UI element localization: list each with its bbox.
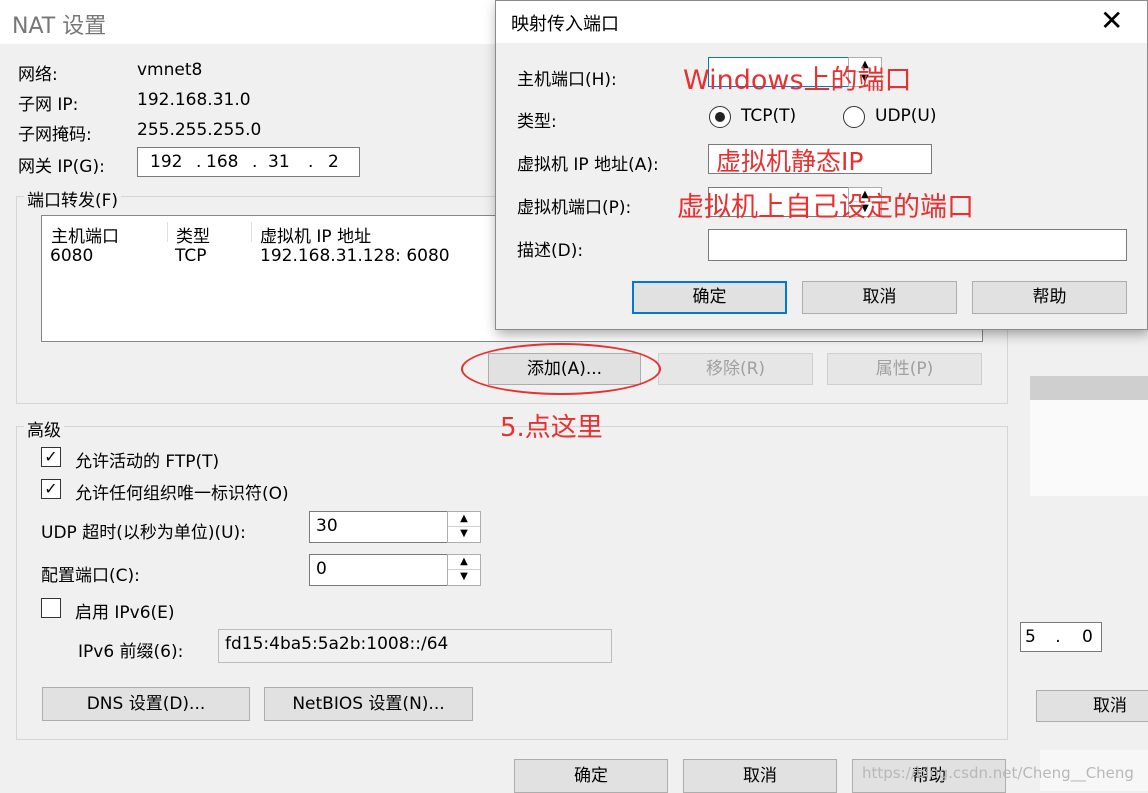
annotation-ellipse [461, 343, 661, 395]
netbios-settings-button[interactable]: NetBIOS 设置(N)... [264, 687, 473, 721]
nat-ok-button[interactable]: 确定 [514, 759, 668, 793]
subnet-mask-value: 255.255.255.0 [137, 120, 262, 140]
background-window-panel [1030, 400, 1148, 496]
udp-label: UDP(U) [875, 106, 937, 126]
subnet-ip-value: 192.168.31.0 [137, 90, 251, 110]
gateway-octet-3: 31 [268, 152, 290, 172]
advanced-title: 高级 [24, 416, 64, 441]
subnet-mask-label: 子网掩码: [18, 125, 92, 145]
properties-button[interactable]: 属性(P) [827, 353, 982, 385]
watermark: https://blog.csdn.net/Cheng__Cheng [862, 764, 1134, 782]
remove-button[interactable]: 移除(R) [658, 353, 813, 385]
allow-ftp-checkbox[interactable]: ✓ [41, 447, 61, 467]
nat-cancel-button[interactable]: 取消 [683, 759, 837, 793]
ipv6-prefix-field[interactable]: fd15:4ba5:5a2b:1008::/64 [218, 629, 612, 663]
dialog-help-button[interactable]: 帮助 [972, 281, 1127, 314]
description-label: 描述(D): [517, 241, 584, 261]
udp-timeout-input[interactable]: 30 [309, 511, 449, 543]
background-cancel-button[interactable]: 取消 [1036, 690, 1148, 722]
subnet-ip-label: 子网 IP: [18, 95, 79, 115]
spin-down-icon[interactable]: ▼ [448, 570, 480, 585]
gateway-octet-2: 168 [206, 152, 239, 172]
dns-settings-button[interactable]: DNS 设置(D)... [42, 687, 250, 721]
row-type: TCP [175, 246, 207, 266]
row-vm-address: 192.168.31.128: 6080 [260, 246, 450, 266]
description-input[interactable] [708, 229, 1127, 261]
udp-timeout-label: UDP 超时(以秒为单位)(U): [41, 523, 246, 543]
background-window-bar [1030, 376, 1148, 400]
spin-up-icon[interactable]: ▲ [448, 512, 480, 527]
background-octet: 5 [1025, 627, 1036, 647]
annotation-step: 5.点这里 [500, 413, 603, 443]
gateway-octet-4: 2 [328, 152, 339, 172]
enable-ipv6-label: 启用 IPv6(E) [75, 603, 175, 623]
network-label: 网络: [18, 65, 58, 85]
row-host-port: 6080 [50, 246, 94, 266]
port-forward-title: 端口转发(F) [24, 186, 122, 211]
allow-ftp-label: 允许活动的 FTP(T) [75, 452, 220, 472]
dialog-titlebar: 映射传入端口 ✕ [496, 1, 1147, 43]
gateway-octet-1: 192 [150, 152, 183, 172]
host-port-label: 主机端口(H): [517, 70, 617, 90]
background-octet-2: 0 [1082, 627, 1093, 647]
type-label: 类型: [517, 112, 557, 132]
gateway-label: 网关 IP(G): [18, 157, 105, 177]
config-port-spinner[interactable]: ▲ ▼ [447, 554, 481, 586]
tcp-label: TCP(T) [741, 106, 797, 126]
vm-ip-label: 虚拟机 IP 地址(A): [517, 155, 659, 175]
spin-up-icon[interactable]: ▲ [448, 555, 480, 570]
spin-down-icon[interactable]: ▼ [448, 527, 480, 542]
config-port-input[interactable]: 0 [309, 554, 449, 586]
nat-window-title: NAT 设置 [12, 14, 107, 39]
udp-timeout-spinner[interactable]: ▲ ▼ [447, 511, 481, 543]
network-value: vmnet8 [137, 60, 203, 80]
annotation-vm-ip: 虚拟机静态IP [716, 147, 864, 176]
allow-uid-label: 允许任何组织唯一标识符(O) [75, 484, 289, 504]
vm-port-label: 虚拟机端口(P): [517, 198, 632, 218]
background-ip-field[interactable]: 5 . 0 [1020, 622, 1102, 652]
gateway-ip-field[interactable]: 192 . 168 . 31 . 2 [137, 147, 360, 177]
tcp-radio[interactable] [709, 106, 731, 128]
udp-radio[interactable] [843, 106, 865, 128]
dialog-title: 映射传入端口 [511, 14, 619, 35]
dialog-ok-button[interactable]: 确定 [632, 281, 787, 314]
annotation-vm-port: 虚拟机上自己设定的端口 [677, 192, 974, 223]
close-icon[interactable]: ✕ [1100, 4, 1123, 37]
dialog-cancel-button[interactable]: 取消 [802, 281, 957, 314]
ipv6-prefix-label: IPv6 前缀(6): [78, 642, 184, 662]
config-port-label: 配置端口(C): [41, 566, 140, 586]
annotation-host-port: Windows上的端口 [683, 65, 912, 96]
enable-ipv6-checkbox[interactable] [41, 598, 61, 618]
allow-uid-checkbox[interactable]: ✓ [41, 479, 61, 499]
